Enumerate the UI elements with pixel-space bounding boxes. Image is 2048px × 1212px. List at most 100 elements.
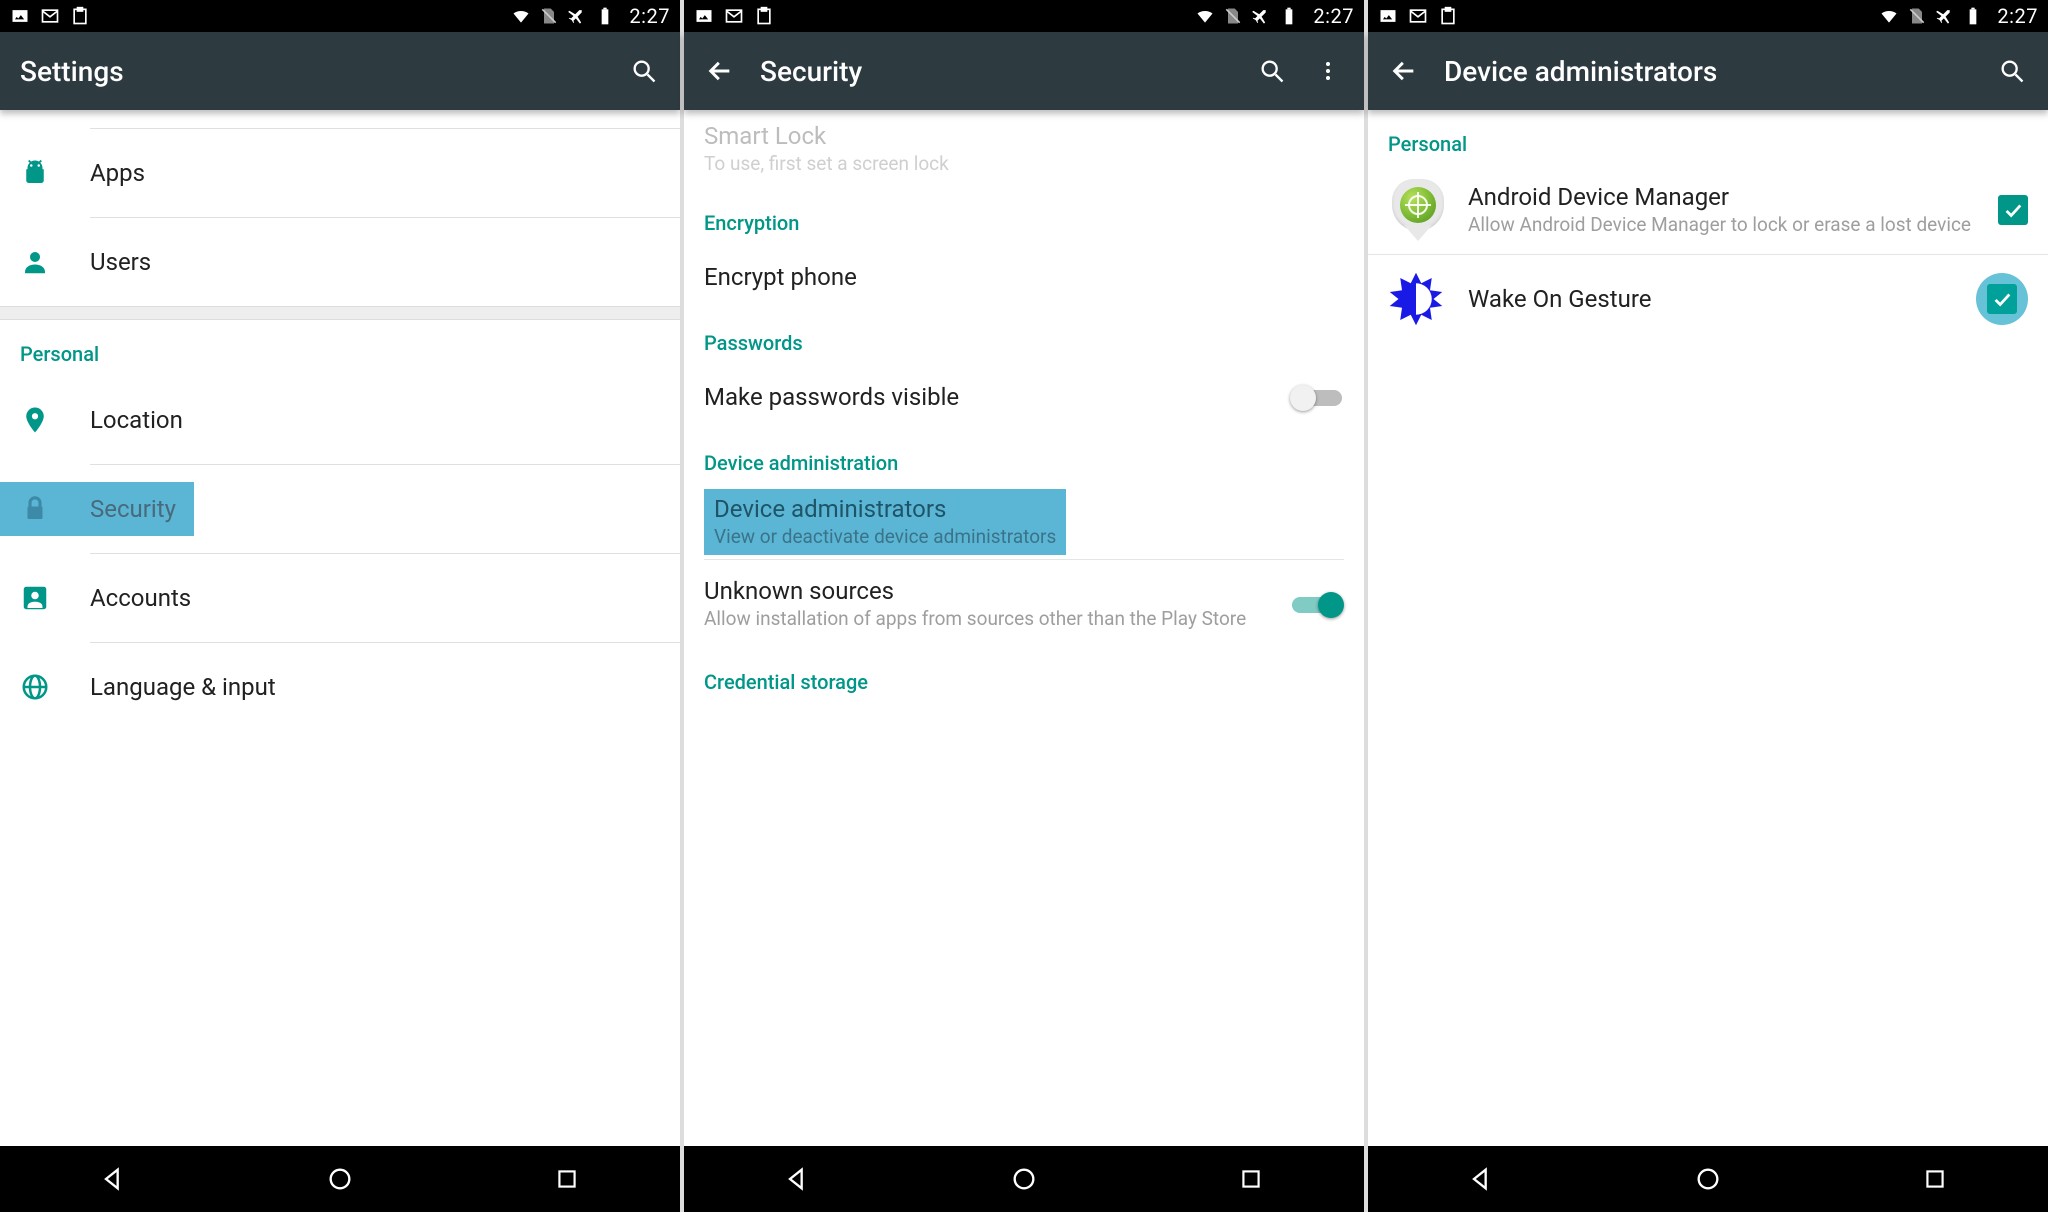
- encrypt-phone-item[interactable]: Encrypt phone: [684, 245, 1364, 309]
- airplane-icon: [1935, 6, 1955, 26]
- users-icon: [20, 247, 90, 277]
- back-arrow[interactable]: [1388, 55, 1420, 87]
- no-sim-icon: [1223, 6, 1243, 26]
- system-nav: [684, 1146, 1364, 1212]
- screen-security: 2:27 Security Smart Lock To use, first s…: [684, 0, 1364, 1212]
- battery-icon: [1279, 6, 1299, 26]
- system-nav: [1368, 1146, 2048, 1212]
- status-time: 2:27: [629, 4, 670, 28]
- wifi-icon: [1879, 6, 1899, 26]
- adm-title: Android Device Manager: [1468, 183, 1986, 211]
- section-divider: [0, 306, 680, 320]
- lock-icon: [20, 494, 90, 524]
- smart-lock-title: Smart Lock: [704, 122, 1344, 150]
- admin-item-adm[interactable]: Android Device Manager Allow Android Dev…: [1368, 166, 2048, 254]
- status-bar: 2:27: [684, 0, 1364, 32]
- settings-list[interactable]: Apps Users Personal Location Security: [0, 110, 680, 1146]
- wifi-icon: [1195, 6, 1215, 26]
- admin-item-wake[interactable]: Wake On Gesture: [1368, 255, 2048, 343]
- smart-lock-sub: To use, first set a screen lock: [704, 152, 1344, 177]
- make-pw-label: Make passwords visible: [704, 383, 1290, 411]
- apps-icon: [20, 158, 90, 188]
- passwords-header: Passwords: [684, 309, 1364, 365]
- settings-item-accounts[interactable]: Accounts: [0, 554, 680, 642]
- wake-checkbox[interactable]: [1976, 273, 2028, 325]
- picture-icon: [694, 6, 714, 26]
- home-button[interactable]: [1004, 1159, 1044, 1199]
- recent-button[interactable]: [1915, 1159, 1955, 1199]
- settings-item-location[interactable]: Location: [0, 376, 680, 464]
- adm-sub: Allow Android Device Manager to lock or …: [1468, 213, 1986, 238]
- back-button[interactable]: [1461, 1159, 1501, 1199]
- picture-icon: [10, 6, 30, 26]
- back-arrow[interactable]: [704, 55, 736, 87]
- back-button[interactable]: [93, 1159, 133, 1199]
- appbar-security: Security: [684, 32, 1364, 110]
- accounts-label: Accounts: [90, 584, 660, 612]
- search-button[interactable]: [1996, 55, 2028, 87]
- language-label: Language & input: [90, 673, 660, 701]
- adm-checkbox[interactable]: [1998, 195, 2028, 225]
- settings-item-users[interactable]: Users: [0, 218, 680, 306]
- page-title: Settings: [20, 55, 604, 88]
- personal-header: Personal: [1368, 110, 2048, 166]
- smart-lock-item: Smart Lock To use, first set a screen lo…: [684, 110, 1364, 189]
- system-nav: [0, 1146, 680, 1212]
- status-bar: 2:27: [0, 0, 680, 32]
- settings-item-security[interactable]: Security: [0, 465, 680, 553]
- recent-button[interactable]: [1231, 1159, 1271, 1199]
- unknown-sources-toggle[interactable]: [1290, 590, 1344, 618]
- status-time: 2:27: [1997, 4, 2038, 28]
- adm-icon: [1388, 180, 1448, 240]
- back-button[interactable]: [777, 1159, 817, 1199]
- overflow-button[interactable]: [1312, 55, 1344, 87]
- search-button[interactable]: [1256, 55, 1288, 87]
- users-label: Users: [90, 248, 660, 276]
- wifi-icon: [511, 6, 531, 26]
- search-button[interactable]: [628, 55, 660, 87]
- credential-header: Credential storage: [684, 648, 1364, 704]
- location-icon: [20, 405, 90, 435]
- appbar-device-admins: Device administrators: [1368, 32, 2048, 110]
- status-time: 2:27: [1313, 4, 1354, 28]
- no-sim-icon: [539, 6, 559, 26]
- airplane-icon: [1251, 6, 1271, 26]
- unknown-title: Unknown sources: [704, 577, 1274, 605]
- wake-title: Wake On Gesture: [1468, 285, 1976, 313]
- screen-device-admins: 2:27 Device administrators Personal Andr…: [1368, 0, 2048, 1212]
- airplane-icon: [567, 6, 587, 26]
- security-list[interactable]: Smart Lock To use, first set a screen lo…: [684, 110, 1364, 1146]
- settings-item-apps[interactable]: Apps: [0, 129, 680, 217]
- unknown-sub: Allow installation of apps from sources …: [704, 607, 1274, 632]
- device-administrators-item[interactable]: Device administrators View or deactivate…: [684, 485, 1364, 560]
- encrypt-phone-label: Encrypt phone: [704, 263, 1344, 291]
- security-label: Security: [90, 495, 176, 523]
- device-admins-title: Device administrators: [714, 495, 1056, 523]
- clipboard-icon: [1438, 6, 1458, 26]
- home-button[interactable]: [320, 1159, 360, 1199]
- unknown-sources-item[interactable]: Unknown sources Allow installation of ap…: [684, 560, 1364, 648]
- settings-item-language[interactable]: Language & input: [0, 643, 680, 731]
- device-admin-header: Device administration: [684, 429, 1364, 485]
- picture-icon: [1378, 6, 1398, 26]
- make-pw-toggle[interactable]: [1290, 383, 1344, 411]
- page-title: Device administrators: [1444, 55, 1972, 88]
- globe-icon: [20, 672, 90, 702]
- status-bar: 2:27: [1368, 0, 2048, 32]
- recent-button[interactable]: [547, 1159, 587, 1199]
- gmail-icon: [1408, 6, 1428, 26]
- screen-settings: 2:27 Settings Apps Users Personal: [0, 0, 680, 1212]
- page-title: Security: [760, 55, 1232, 88]
- device-admins-sub: View or deactivate device administrators: [714, 525, 1056, 550]
- admins-list[interactable]: Personal Android Device Manager Allow An…: [1368, 110, 2048, 1146]
- battery-icon: [595, 6, 615, 26]
- make-passwords-visible-item[interactable]: Make passwords visible: [684, 365, 1364, 429]
- gmail-icon: [724, 6, 744, 26]
- personal-header: Personal: [0, 320, 680, 376]
- clipboard-icon: [754, 6, 774, 26]
- apps-label: Apps: [90, 159, 660, 187]
- battery-icon: [1963, 6, 1983, 26]
- appbar-settings: Settings: [0, 32, 680, 110]
- home-button[interactable]: [1688, 1159, 1728, 1199]
- accounts-icon: [20, 583, 90, 613]
